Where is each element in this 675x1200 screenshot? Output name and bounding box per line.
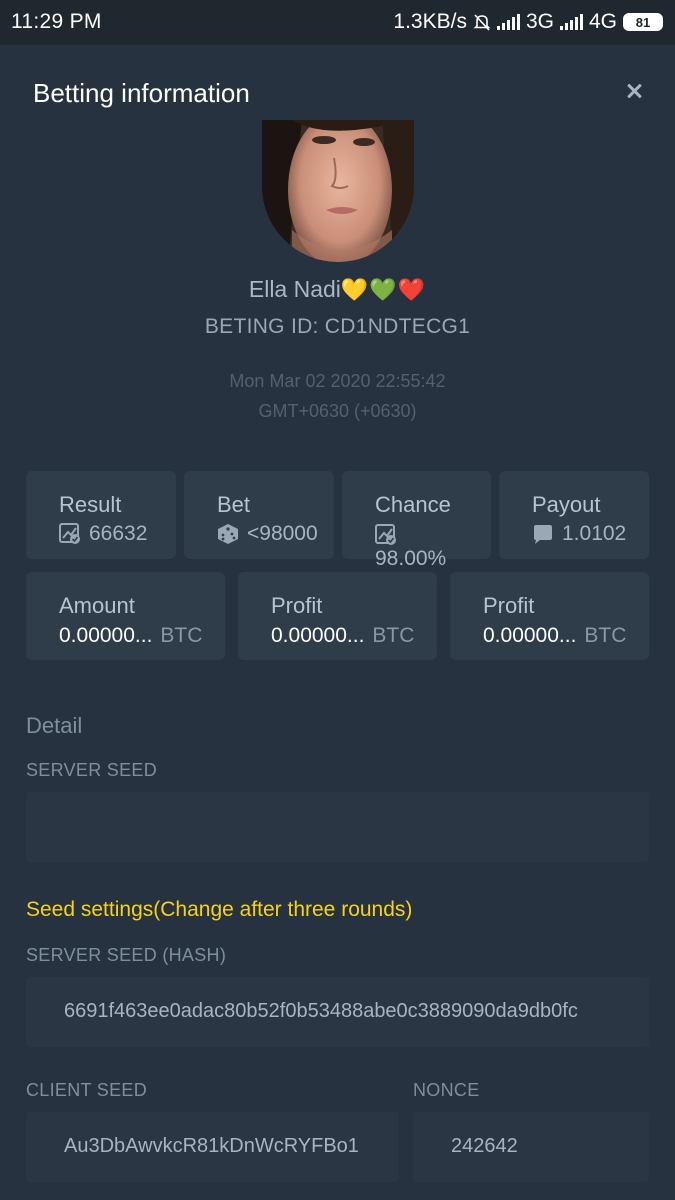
- status-time: 11:29 PM: [11, 10, 102, 33]
- client-seed-field[interactable]: Au3DbAwvkcR81kDnWcRYFBo1: [26, 1112, 399, 1182]
- stat-card-result: Result 66632: [26, 471, 176, 559]
- money-label: Profit: [483, 593, 535, 618]
- stat-value-text: 1.0102: [562, 522, 627, 545]
- stat-value-text: 66632: [89, 522, 148, 545]
- stat-card-chance: Chance 98.00%: [342, 471, 491, 570]
- status-right: 1.3KB/s 3G 4G 81: [393, 10, 663, 34]
- stat-label: Chance: [375, 492, 451, 517]
- stat-value: 98.00%: [375, 524, 475, 572]
- seed-settings-title: Seed settings(Change after three rounds): [26, 898, 413, 921]
- stat-value: 66632: [59, 522, 147, 546]
- profit-card: Profit 0.00000... BTC: [238, 572, 437, 660]
- stat-label: Result: [59, 492, 122, 517]
- wallet-icon: [532, 523, 554, 545]
- username-text: Ella Nadi: [248, 276, 341, 302]
- status-bar: 11:29 PM 1.3KB/s 3G 4G 81: [0, 0, 675, 45]
- money-value: 0.00000... BTC: [483, 624, 626, 648]
- money-value: 0.00000... BTC: [271, 624, 414, 648]
- server-seed-label: SERVER SEED: [26, 760, 158, 780]
- stat-card-bet: Bet <98000: [184, 471, 334, 559]
- battery-icon: 81: [623, 13, 663, 31]
- profit-card: Profit 0.00000... BTC: [450, 572, 649, 660]
- betting-info-modal: Betting information Ella Nadi💛💚❤️ BETING…: [0, 45, 675, 1200]
- bet-date-line1: Mon Mar 02 2020 22:55:42: [229, 371, 446, 391]
- client-seed-label: CLIENT SEED: [26, 1080, 148, 1100]
- money-label: Amount: [59, 593, 135, 618]
- money-currency: BTC: [584, 624, 627, 647]
- network-speed: 1.3KB/s: [393, 10, 467, 33]
- money-value: 0.00000... BTC: [59, 624, 202, 648]
- money-currency: BTC: [160, 624, 203, 647]
- signal-icon: [559, 14, 583, 30]
- money-label: Profit: [271, 593, 323, 618]
- client-seed-value: Au3DbAwvkcR81kDnWcRYFBo1: [64, 1135, 359, 1157]
- server-seed-hash-value: 6691f463ee0adac80b52f0b53488abe0c3889090…: [64, 1000, 578, 1022]
- money-number: 0.00000...: [271, 624, 365, 647]
- stat-value: <98000: [217, 522, 318, 546]
- hearts-emoji: 💛💚❤️: [340, 277, 427, 302]
- detail-title: Detail: [26, 713, 83, 738]
- server-seed-field[interactable]: [26, 792, 649, 862]
- chart-check-icon: [59, 523, 81, 545]
- server-seed-hash-field[interactable]: 6691f463ee0adac80b52f0b53488abe0c3889090…: [26, 977, 649, 1047]
- dice-icon: [217, 523, 239, 545]
- bet-date: Mon Mar 02 2020 22:55:42 GMT+0630 (+0630…: [0, 366, 675, 426]
- mute-bell-icon: [473, 13, 491, 31]
- signal-icon: [496, 14, 520, 30]
- bet-id: BETING ID: CD1NDTECG1: [204, 315, 471, 338]
- money-number: 0.00000...: [59, 624, 153, 647]
- stat-card-payout: Payout 1.0102: [499, 471, 649, 559]
- stat-value-text: 98.00%: [375, 547, 447, 570]
- money-number: 0.00000...: [483, 624, 577, 647]
- network-type-1: 3G: [525, 10, 554, 33]
- money-currency: BTC: [372, 624, 415, 647]
- avatar: [262, 120, 414, 262]
- bet-date-line2: GMT+0630 (+0630): [258, 401, 417, 421]
- close-icon[interactable]: [623, 80, 645, 102]
- server-seed-hash-label: SERVER SEED (HASH): [26, 945, 227, 965]
- stat-label: Bet: [217, 492, 251, 517]
- nonce-value: 242642: [451, 1135, 518, 1157]
- nonce-label: NONCE: [413, 1080, 480, 1100]
- stat-value: 1.0102: [532, 522, 626, 546]
- nonce-field[interactable]: 242642: [413, 1112, 649, 1182]
- stat-label: Payout: [532, 492, 601, 517]
- amount-card: Amount 0.00000... BTC: [26, 572, 225, 660]
- stat-value-text: <98000: [247, 522, 318, 545]
- network-type-2: 4G: [588, 10, 617, 33]
- modal-title: Betting information: [33, 78, 250, 108]
- username: Ella Nadi💛💚❤️: [0, 276, 675, 303]
- chart-check-icon: [375, 524, 397, 546]
